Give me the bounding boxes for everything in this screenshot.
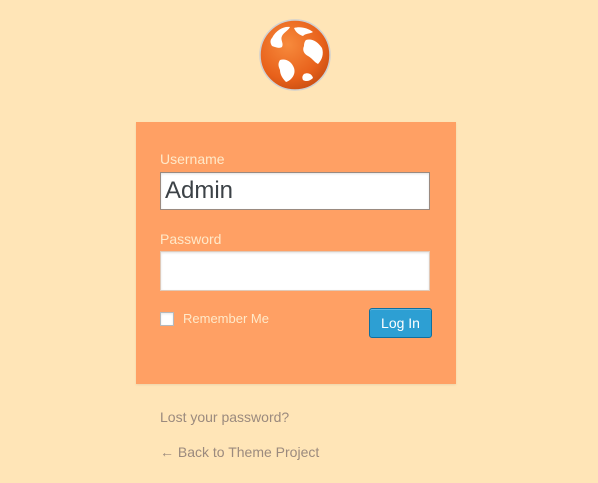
login-button[interactable]: Log In bbox=[369, 308, 432, 338]
site-logo[interactable] bbox=[258, 18, 332, 92]
login-page: Username Password Remember Me Log In Los… bbox=[0, 0, 598, 483]
login-form: Username Password Remember Me Log In bbox=[136, 122, 456, 384]
username-input[interactable] bbox=[160, 172, 430, 210]
lost-password-link[interactable]: Lost your password? bbox=[160, 409, 289, 425]
back-to-site-link[interactable]: ← Back to Theme Project bbox=[160, 444, 319, 460]
username-label: Username bbox=[160, 151, 225, 167]
globe-icon bbox=[259, 19, 331, 91]
password-input[interactable] bbox=[160, 251, 430, 291]
remember-me-checkbox[interactable] bbox=[160, 311, 174, 326]
remember-me[interactable]: Remember Me bbox=[160, 311, 269, 326]
password-label: Password bbox=[160, 231, 222, 247]
remember-me-label[interactable]: Remember Me bbox=[183, 311, 269, 326]
